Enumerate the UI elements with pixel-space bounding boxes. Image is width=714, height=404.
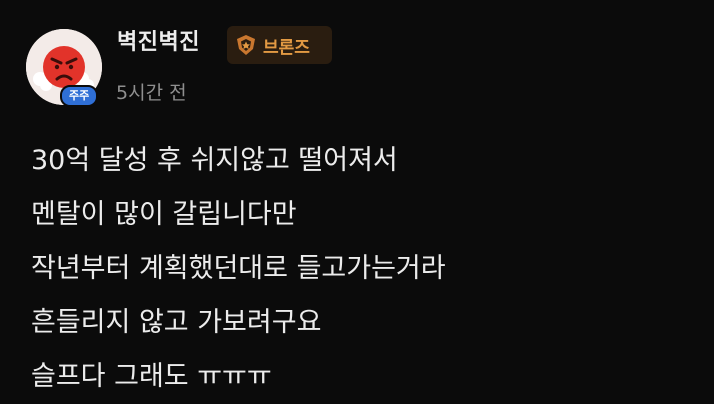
bronze-rank-icon bbox=[235, 34, 257, 56]
avatar-tag: 주주 bbox=[60, 85, 99, 107]
post-body: 30억 달성 후 쉬지않고 떨어져서 멘탈이 많이 갈립니다만 작년부터 계획했… bbox=[31, 134, 446, 404]
post-line: 슬프다 그래도 ㅠㅠㅠ bbox=[31, 361, 272, 392]
author-avatar[interactable]: 주주 bbox=[26, 29, 102, 107]
rank-badge: 브론즈 bbox=[227, 26, 332, 64]
rank-label: 브론즈 bbox=[263, 37, 310, 58]
post-line: 작년부터 계획했던대로 들고가는거라 bbox=[31, 253, 446, 284]
author-name[interactable]: 벽진벽진 bbox=[117, 24, 200, 56]
post-line: 흔들리지 않고 가보려구요 bbox=[31, 307, 322, 338]
post-line: 멘탈이 많이 갈립니다만 bbox=[31, 199, 297, 230]
community-post: 주주 벽진벽진 브론즈 5시간 전 30억 달성 후 쉬지않고 떨어져서 멘탈이… bbox=[0, 0, 714, 402]
post-timestamp: 5시간 전 bbox=[116, 82, 187, 104]
post-line: 30억 달성 후 쉬지않고 떨어져서 bbox=[31, 145, 398, 176]
